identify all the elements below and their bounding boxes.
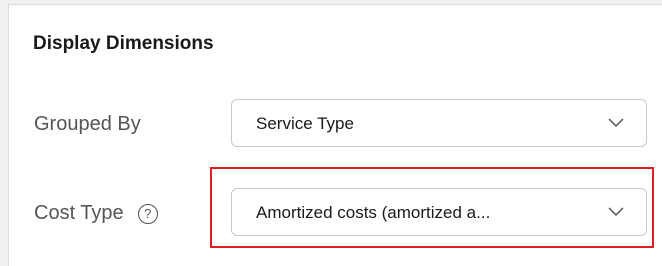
cost-type-value: Amortized costs (amortized a... xyxy=(256,203,491,222)
cost-type-label-row: Cost Type ? xyxy=(34,202,158,225)
chevron-down-icon xyxy=(608,207,624,217)
display-dimensions-panel: Display Dimensions Grouped By Service Ty… xyxy=(8,4,662,266)
grouped-by-label: Grouped By xyxy=(34,113,141,135)
panel-title: Display Dimensions xyxy=(33,33,214,54)
grouped-by-select[interactable]: Service Type xyxy=(231,99,647,147)
cost-type-select[interactable]: Amortized costs (amortized a... xyxy=(231,188,647,236)
grouped-by-value: Service Type xyxy=(256,114,354,133)
cost-type-label: Cost Type xyxy=(34,202,124,224)
help-icon[interactable]: ? xyxy=(137,203,158,224)
chevron-down-icon xyxy=(608,118,624,128)
